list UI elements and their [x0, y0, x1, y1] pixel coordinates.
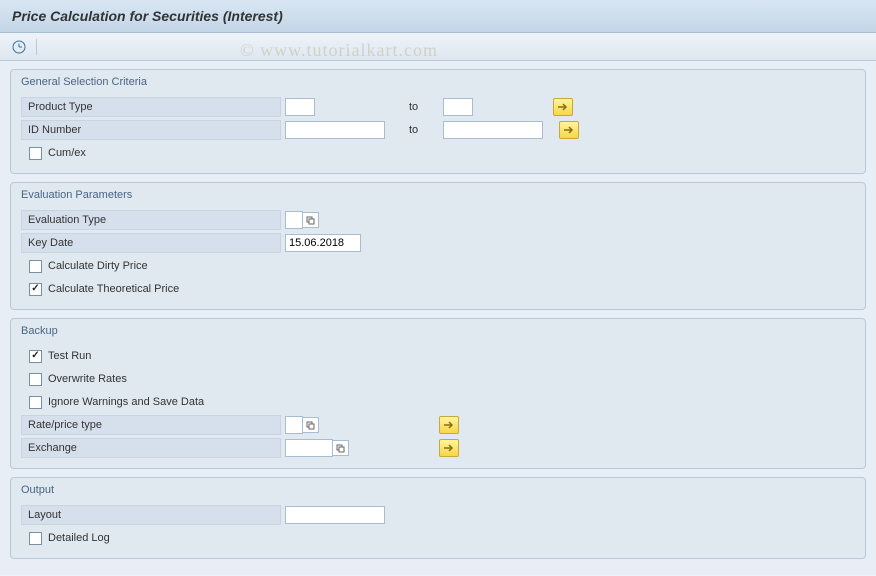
arrow-right-icon	[563, 125, 575, 135]
row-test-run: Test Run	[21, 345, 855, 367]
calc-theo-container: Calculate Theoretical Price	[21, 279, 281, 299]
row-product-type: Product Type to	[21, 96, 855, 118]
label-layout: Layout	[21, 505, 281, 525]
calc-dirty-container: Calculate Dirty Price	[21, 256, 281, 276]
label-product-type: Product Type	[21, 97, 281, 117]
product-type-multi-button[interactable]	[553, 98, 573, 116]
product-type-to-input[interactable]	[443, 98, 473, 116]
layout-input[interactable]	[285, 506, 385, 524]
group-general-selection: General Selection Criteria Product Type …	[10, 69, 866, 174]
row-ignore-warnings: Ignore Warnings and Save Data	[21, 391, 855, 413]
row-cum-ex: Cum/ex	[21, 142, 855, 164]
calc-dirty-checkbox[interactable]	[29, 260, 42, 273]
group-title-general: General Selection Criteria	[21, 74, 855, 90]
arrow-right-icon	[443, 420, 455, 430]
evaluation-type-search-help[interactable]	[303, 212, 319, 228]
page-title: Price Calculation for Securities (Intere…	[0, 0, 876, 33]
row-detailed-log: Detailed Log	[21, 527, 855, 549]
id-number-multi-button[interactable]	[559, 121, 579, 139]
evaluation-type-input[interactable]	[285, 211, 303, 229]
label-exchange: Exchange	[21, 438, 281, 458]
detailed-log-container: Detailed Log	[21, 528, 281, 548]
group-backup: Backup Test Run Overwrite Rates Ignore W…	[10, 318, 866, 469]
clock-execute-icon	[12, 40, 26, 54]
rate-price-search-help[interactable]	[303, 417, 319, 433]
content-area: General Selection Criteria Product Type …	[0, 61, 876, 575]
overwrite-container: Overwrite Rates	[21, 369, 281, 389]
label-key-date: Key Date	[21, 233, 281, 253]
search-help-icon	[306, 216, 315, 225]
detailed-log-checkbox[interactable]	[29, 532, 42, 545]
label-detailed-log: Detailed Log	[48, 532, 110, 544]
row-layout: Layout	[21, 504, 855, 526]
test-run-checkbox[interactable]	[29, 350, 42, 363]
to-label-product-type: to	[319, 101, 439, 113]
test-run-container: Test Run	[21, 346, 281, 366]
cum-ex-container: Cum/ex	[21, 143, 281, 163]
exchange-search-help[interactable]	[333, 440, 349, 456]
arrow-right-icon	[557, 102, 569, 112]
label-test-run: Test Run	[48, 350, 91, 362]
exchange-input[interactable]	[285, 439, 333, 457]
group-title-backup: Backup	[21, 323, 855, 339]
search-help-icon	[336, 444, 345, 453]
ignore-container: Ignore Warnings and Save Data	[21, 392, 281, 412]
label-calc-theo: Calculate Theoretical Price	[48, 283, 179, 295]
overwrite-checkbox[interactable]	[29, 373, 42, 386]
key-date-input[interactable]	[285, 234, 361, 252]
label-cum-ex: Cum/ex	[48, 147, 86, 159]
row-calc-dirty: Calculate Dirty Price	[21, 255, 855, 277]
cum-ex-checkbox[interactable]	[29, 147, 42, 160]
group-output: Output Layout Detailed Log	[10, 477, 866, 559]
row-calc-theo: Calculate Theoretical Price	[21, 278, 855, 300]
id-number-to-input[interactable]	[443, 121, 543, 139]
group-title-output: Output	[21, 482, 855, 498]
label-id-number: ID Number	[21, 120, 281, 140]
label-evaluation-type: Evaluation Type	[21, 210, 281, 230]
exchange-multi-button[interactable]	[439, 439, 459, 457]
arrow-right-icon	[443, 443, 455, 453]
group-evaluation-parameters: Evaluation Parameters Evaluation Type Ke…	[10, 182, 866, 310]
row-exchange: Exchange	[21, 437, 855, 459]
toolbar	[0, 33, 876, 61]
to-label-id-number: to	[389, 124, 439, 136]
rate-price-multi-button[interactable]	[439, 416, 459, 434]
row-rate-price-type: Rate/price type	[21, 414, 855, 436]
toolbar-separator	[36, 39, 37, 55]
row-id-number: ID Number to	[21, 119, 855, 141]
product-type-from-input[interactable]	[285, 98, 315, 116]
label-overwrite: Overwrite Rates	[48, 373, 127, 385]
search-help-icon	[306, 421, 315, 430]
group-title-evaluation: Evaluation Parameters	[21, 187, 855, 203]
ignore-checkbox[interactable]	[29, 396, 42, 409]
calc-theo-checkbox[interactable]	[29, 283, 42, 296]
label-rate-price: Rate/price type	[21, 415, 281, 435]
row-overwrite: Overwrite Rates	[21, 368, 855, 390]
id-number-from-input[interactable]	[285, 121, 385, 139]
execute-button[interactable]	[8, 37, 30, 57]
row-evaluation-type: Evaluation Type	[21, 209, 855, 231]
rate-price-input[interactable]	[285, 416, 303, 434]
row-key-date: Key Date	[21, 232, 855, 254]
label-ignore: Ignore Warnings and Save Data	[48, 396, 204, 408]
label-calc-dirty: Calculate Dirty Price	[48, 260, 148, 272]
